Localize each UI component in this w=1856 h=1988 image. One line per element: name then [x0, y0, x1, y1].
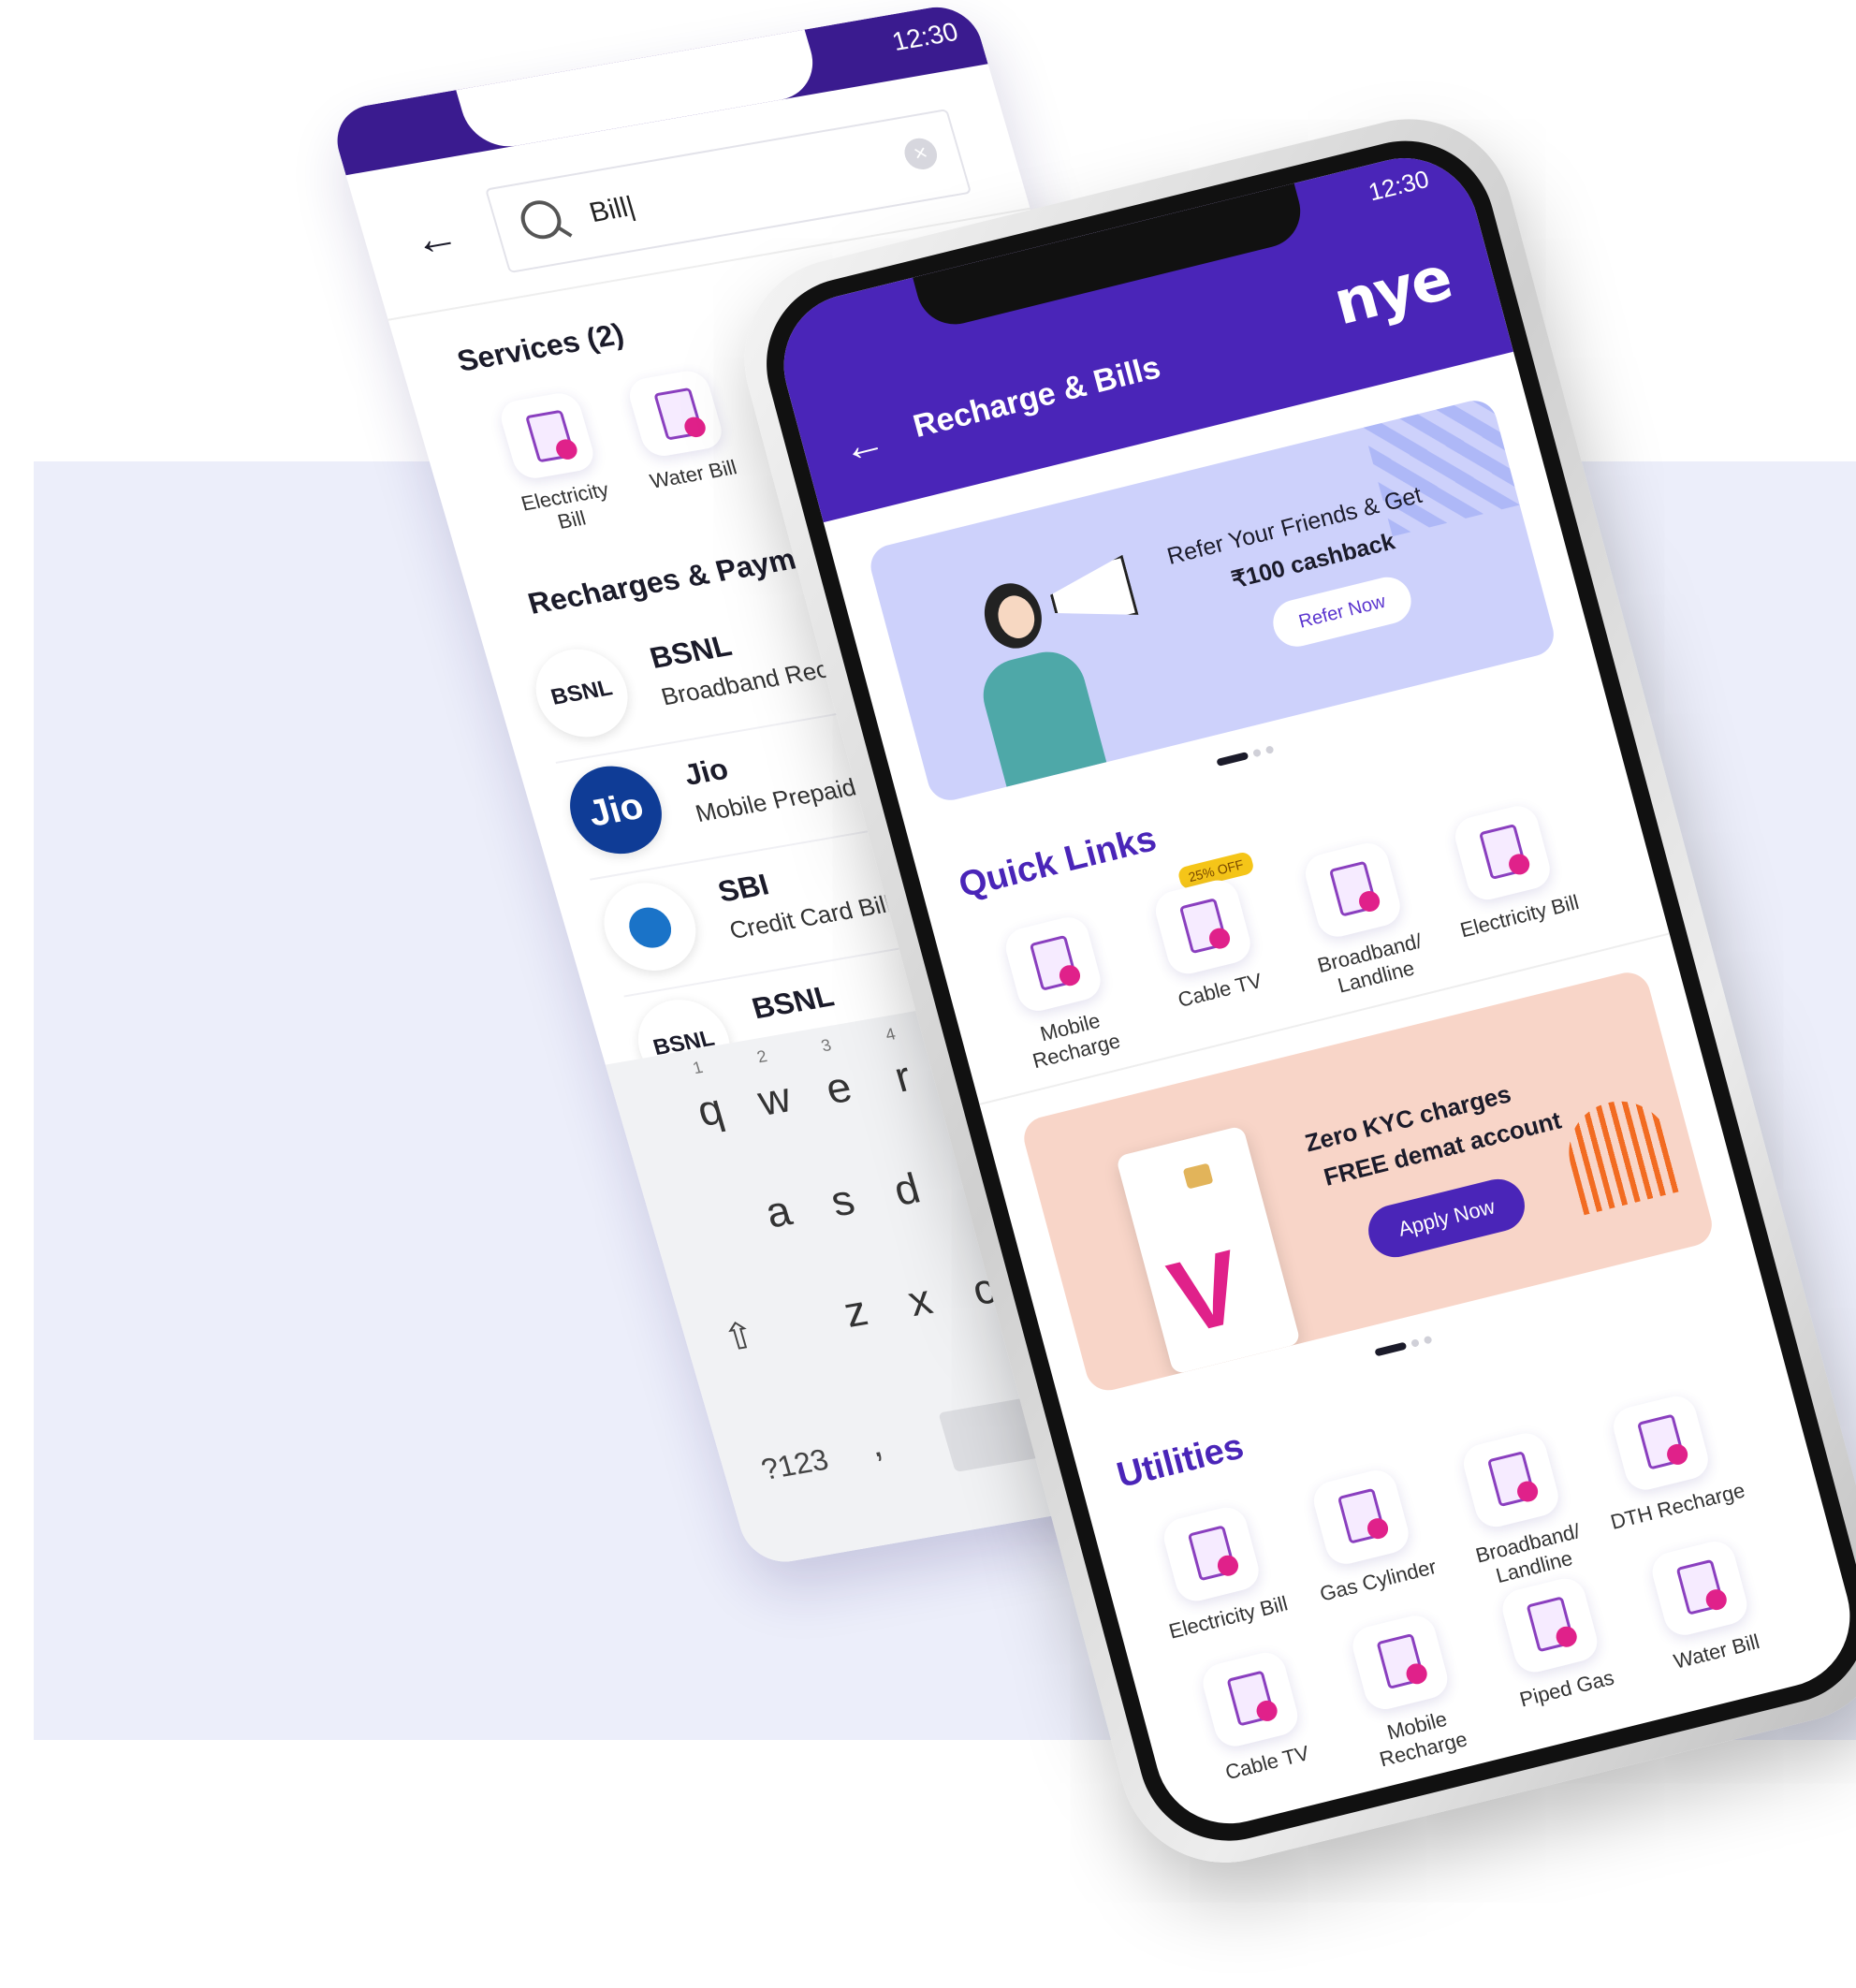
shift-key-icon[interactable]: ⇧ — [718, 1314, 761, 1361]
quick-link-mobile-recharge[interactable]: Mobile Recharge — [974, 906, 1148, 1080]
result-name: SBI — [714, 867, 773, 909]
electricity-bill-icon — [496, 389, 598, 482]
utility-label: Water Bill — [1671, 1630, 1762, 1674]
apply-now-button[interactable]: Apply Now — [1362, 1173, 1531, 1264]
key-digit: 1 — [690, 1058, 706, 1078]
utility-cable-tv[interactable]: Cable TV — [1171, 1642, 1338, 1792]
page-title: Recharge & Bills — [909, 349, 1164, 445]
numbers-key[interactable]: ?123 — [757, 1442, 832, 1487]
utility-piped-gas[interactable]: Piped Gas — [1471, 1568, 1639, 1718]
gas-cylinder-icon — [1308, 1466, 1413, 1569]
result-name: BSNL — [748, 978, 838, 1026]
utility-electricity-bill[interactable]: Electricity Bill — [1133, 1497, 1300, 1647]
status-time: 12:30 — [1365, 164, 1432, 207]
service-label: Water Bill — [647, 455, 739, 493]
utility-mobile-recharge[interactable]: Mobile Recharge — [1321, 1605, 1495, 1779]
clear-icon[interactable]: × — [900, 136, 942, 172]
mobile-recharge-icon — [1348, 1611, 1453, 1714]
search-value: Bill| — [586, 191, 639, 228]
back-arrow-icon[interactable]: ← — [836, 414, 891, 473]
refer-now-button[interactable]: Refer Now — [1267, 572, 1417, 651]
result-name: BSNL — [646, 628, 736, 675]
cable-tv-icon — [1150, 876, 1255, 978]
utility-label: Cable TV — [1222, 1741, 1312, 1785]
status-time: 12:30 — [888, 17, 962, 56]
carousel-dots — [1215, 739, 1281, 771]
utility-gas-cylinder[interactable]: Gas Cylinder — [1282, 1459, 1450, 1610]
nye-logo: nye — [1326, 243, 1458, 340]
key-digit: 2 — [754, 1046, 769, 1067]
utility-label: Gas Cylinder — [1317, 1554, 1439, 1606]
key-digit: 3 — [818, 1035, 834, 1056]
water-bill-icon — [1647, 1537, 1752, 1640]
utility-water-bill[interactable]: Water Bill — [1621, 1530, 1789, 1681]
quick-link-electricity-bill[interactable]: Electricity Bill — [1424, 796, 1591, 946]
service-electricity-bill[interactable]: Electricity Bill — [481, 387, 631, 542]
broadband-icon — [1459, 1428, 1563, 1531]
result-name: Jio — [680, 752, 732, 792]
mobile-recharge-icon — [1001, 913, 1105, 1016]
utility-label: DTH Recharge — [1608, 1478, 1747, 1534]
key-digit: 4 — [883, 1024, 898, 1045]
bsnl-logo: BSNL — [525, 642, 639, 744]
search-icon — [516, 197, 566, 242]
cable-tv-icon — [1198, 1648, 1303, 1751]
service-label: Electricity Bill — [518, 477, 612, 534]
quick-link-cable-tv[interactable]: 25% OFF Cable TV — [1124, 850, 1292, 1020]
quick-link-broadband[interactable]: Broadband/ Landline — [1274, 832, 1448, 1006]
stripes-decoration — [1556, 1090, 1685, 1216]
water-bill-icon — [624, 368, 727, 460]
quick-links-title: Quick Links — [955, 819, 1161, 906]
quick-link-label: Electricity Bill — [1457, 889, 1582, 943]
service-water-bill[interactable]: Water Bill — [609, 365, 752, 496]
back-arrow-icon[interactable]: ← — [407, 211, 465, 266]
jio-logo: Jio — [559, 759, 673, 861]
broadband-icon — [1301, 839, 1405, 942]
electricity-bill-icon — [1451, 801, 1555, 904]
carousel-dots — [1373, 1329, 1439, 1361]
sbi-logo — [592, 875, 707, 978]
dth-icon — [1609, 1392, 1713, 1495]
utility-dth-recharge[interactable]: DTH Recharge — [1582, 1385, 1749, 1536]
quick-link-label: Cable TV — [1175, 968, 1264, 1012]
comma-key[interactable]: , — [865, 1424, 887, 1466]
utility-broadband[interactable]: Broadband/ Landline — [1432, 1423, 1606, 1597]
services-title: Services (2) — [453, 316, 628, 378]
card-illustration: V — [1115, 1125, 1302, 1375]
electricity-bill-icon — [1159, 1503, 1264, 1605]
utility-label: Electricity Bill — [1166, 1591, 1291, 1644]
utilities-title: Utilities — [1113, 1426, 1249, 1497]
piped-gas-icon — [1498, 1574, 1602, 1676]
utility-label: Piped Gas — [1516, 1665, 1617, 1712]
